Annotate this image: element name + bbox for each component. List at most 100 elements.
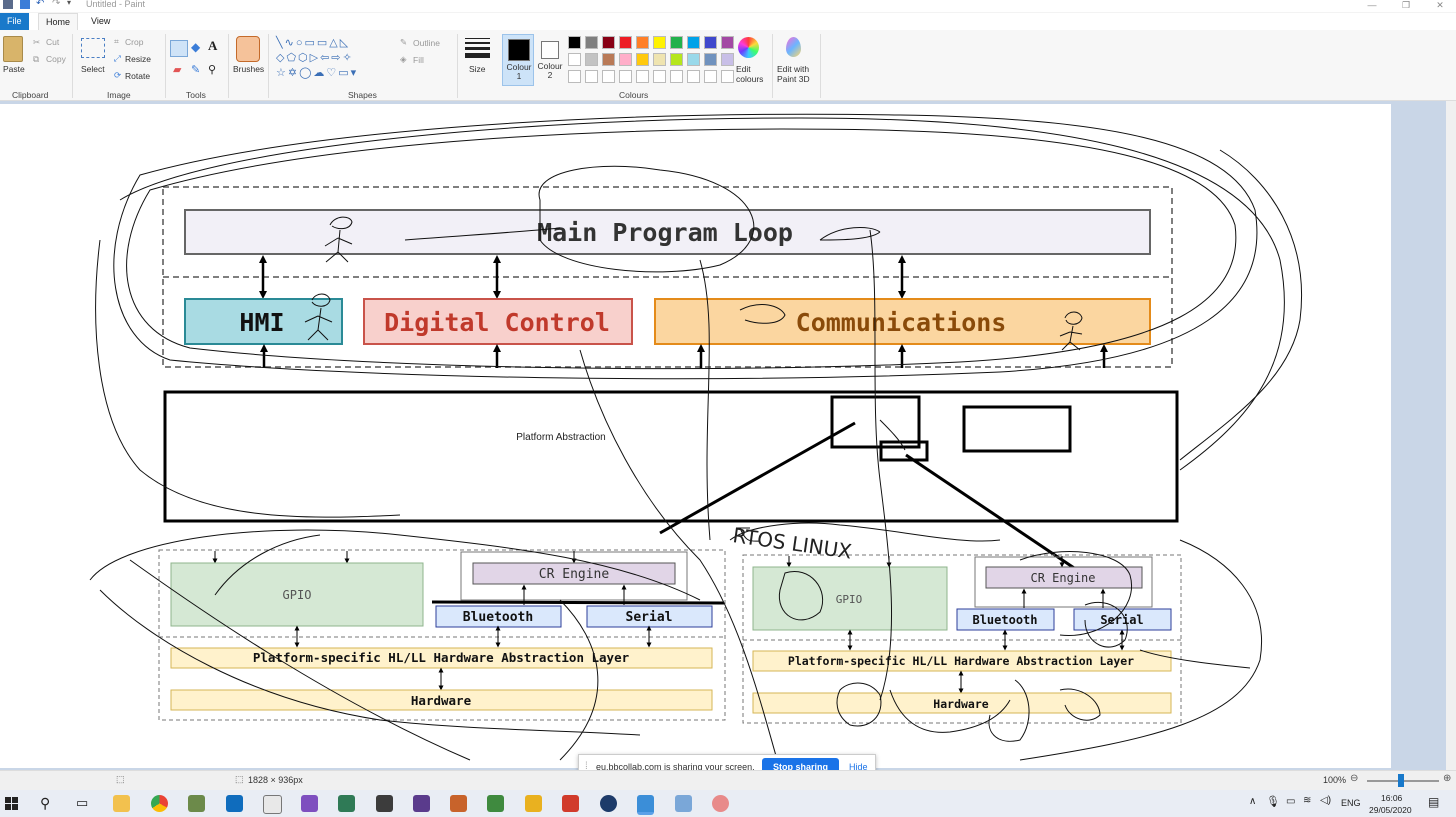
colour-swatch[interactable] — [704, 36, 717, 49]
app-icon[interactable] — [675, 795, 692, 812]
chevron-up-icon[interactable]: ∧ — [1249, 796, 1256, 807]
colour-swatch[interactable] — [653, 53, 666, 66]
zoom-out-icon[interactable]: ⊖ — [1350, 773, 1358, 784]
colour-swatch[interactable] — [619, 36, 632, 49]
volume-icon[interactable]: ◁) — [1320, 795, 1331, 806]
edit-colours-icon[interactable] — [738, 37, 759, 58]
size-icon[interactable] — [465, 38, 490, 58]
zoom-slider-thumb[interactable] — [1398, 774, 1404, 787]
app-icon[interactable] — [600, 795, 617, 812]
colour-swatch[interactable] — [653, 36, 666, 49]
outlook-icon[interactable] — [226, 795, 243, 812]
app-icon[interactable] — [487, 795, 504, 812]
app-icon[interactable] — [525, 795, 542, 812]
language-indicator[interactable]: ENG — [1341, 798, 1361, 808]
paste-button[interactable]: Paste — [3, 64, 25, 74]
colour-swatch[interactable] — [568, 36, 581, 49]
shapes-gallery[interactable]: ╲∿○▭▭△◺ ◇⬠⬡▷⇦⇨✧ ☆✡◯☁♡▭▾ — [276, 36, 388, 82]
drawing-canvas[interactable]: Main Program Loop HMI Digital Control Co… — [0, 104, 1391, 768]
app-icon[interactable] — [413, 795, 430, 812]
clock-time[interactable]: 16:06 — [1381, 793, 1402, 803]
battery-icon[interactable]: ▭ — [1286, 796, 1295, 807]
colour-swatch[interactable] — [568, 53, 581, 66]
task-view-icon[interactable]: ▭ — [76, 795, 88, 811]
fill-bucket-icon[interactable]: ◆ — [191, 40, 200, 54]
zoom-in-icon[interactable]: ⊕ — [1443, 773, 1451, 784]
file-explorer-icon[interactable] — [113, 795, 130, 812]
notifications-icon[interactable]: ▤ — [1428, 795, 1439, 809]
custom-colour-slot[interactable] — [670, 70, 683, 83]
custom-colour-slot[interactable] — [653, 70, 666, 83]
custom-colour-slot[interactable] — [704, 70, 717, 83]
colour-swatch[interactable] — [636, 36, 649, 49]
wifi-icon[interactable]: ≋ — [1303, 795, 1311, 806]
custom-colour-slot[interactable] — [636, 70, 649, 83]
colour-swatch[interactable] — [619, 53, 632, 66]
undo-icon[interactable]: ↶ — [36, 0, 44, 9]
custom-colour-slot[interactable] — [568, 70, 581, 83]
custom-colour-slot[interactable] — [602, 70, 615, 83]
tab-home[interactable]: Home — [38, 13, 79, 31]
crop-button[interactable]: Crop — [125, 37, 143, 47]
app-icon[interactable] — [450, 795, 467, 812]
colour-swatch[interactable] — [687, 53, 700, 66]
chart-app-icon[interactable] — [263, 795, 282, 814]
colour-swatch[interactable] — [602, 36, 615, 49]
colour-swatch[interactable] — [721, 36, 734, 49]
maximize-button[interactable]: ❐ — [1394, 0, 1418, 10]
windows-start-icon[interactable] — [5, 797, 18, 810]
redo-icon[interactable]: ↷ — [52, 0, 60, 9]
app-icon[interactable] — [338, 795, 355, 812]
microphone-icon[interactable]: 🎙︎ — [1266, 795, 1280, 808]
colour-palette[interactable] — [568, 36, 738, 84]
outline-button[interactable]: Outline — [413, 38, 440, 48]
paste-icon[interactable] — [3, 36, 23, 62]
vertical-scrollbar[interactable] — [1446, 101, 1456, 770]
brushes-icon[interactable] — [236, 36, 260, 62]
brushes-button[interactable]: Brushes — [233, 64, 264, 74]
custom-colour-slot[interactable] — [619, 70, 632, 83]
colour-swatch[interactable] — [636, 53, 649, 66]
resize-button[interactable]: Resize — [125, 54, 151, 64]
colour-swatch[interactable] — [585, 36, 598, 49]
pencil-icon[interactable] — [170, 40, 188, 57]
colour-swatch[interactable] — [670, 53, 683, 66]
custom-colour-slot[interactable] — [585, 70, 598, 83]
colour-swatch[interactable] — [721, 53, 734, 66]
app-icon[interactable] — [712, 795, 729, 812]
tab-file[interactable]: File — [0, 13, 29, 30]
save-icon[interactable] — [20, 0, 30, 9]
edit-paint3d-button[interactable]: Edit with Paint 3D — [777, 64, 817, 84]
close-button[interactable]: ✕ — [1428, 0, 1452, 10]
copy-button[interactable]: Copy — [46, 54, 66, 64]
pdf-app-icon[interactable] — [562, 795, 579, 812]
custom-colour-slot[interactable] — [721, 70, 734, 83]
colour-swatch[interactable] — [602, 53, 615, 66]
fill-button[interactable]: Fill — [413, 55, 424, 65]
rotate-button[interactable]: Rotate — [125, 71, 150, 81]
select-icon[interactable] — [81, 38, 105, 58]
app-icon[interactable] — [376, 795, 393, 812]
custom-colour-slot[interactable] — [687, 70, 700, 83]
eraser-icon[interactable]: ▰ — [173, 63, 181, 76]
colour2-button[interactable]: Colour 2 — [535, 34, 565, 84]
edit-colours-button[interactable]: Edit colours — [736, 64, 766, 84]
text-tool-icon[interactable]: A — [208, 38, 217, 54]
colour-swatch[interactable] — [585, 53, 598, 66]
paint3d-icon[interactable] — [786, 37, 801, 57]
colour-swatch[interactable] — [687, 36, 700, 49]
cut-button[interactable]: Cut — [46, 37, 59, 47]
colour-swatch[interactable] — [704, 53, 717, 66]
minimize-button[interactable]: — — [1360, 0, 1384, 10]
colour-picker-icon[interactable]: ✎ — [191, 63, 200, 76]
search-icon[interactable]: ⚲ — [40, 795, 50, 812]
clock-date[interactable]: 29/05/2020 — [1369, 805, 1412, 815]
size-button[interactable]: Size — [469, 64, 486, 74]
colour-swatch[interactable] — [670, 36, 683, 49]
paint-taskbar-icon[interactable] — [637, 795, 654, 815]
chrome-icon[interactable] — [151, 795, 168, 812]
magnifier-icon[interactable]: ⚲ — [208, 63, 216, 76]
customize-quick-access-icon[interactable]: ▾ — [67, 0, 71, 7]
select-button[interactable]: Select — [81, 64, 105, 74]
tab-view[interactable]: View — [84, 13, 117, 30]
